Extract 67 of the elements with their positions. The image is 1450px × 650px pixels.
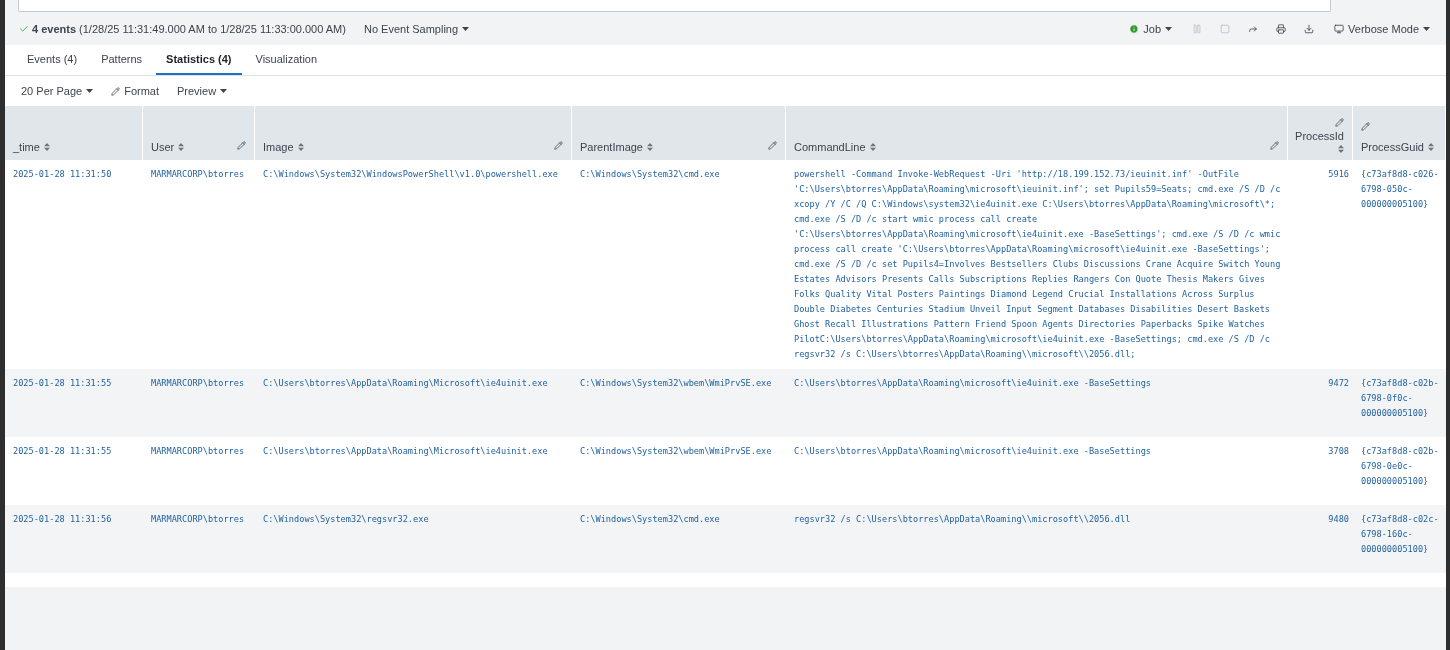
check-icon [19,23,29,34]
column-header[interactable]: _time [5,106,143,160]
caret-icon [1423,26,1430,31]
caret-icon [1165,26,1173,31]
column-label: ProcessGuid [1361,141,1424,153]
tab[interactable]: Patterns [91,45,153,75]
monitor-icon [1334,23,1345,34]
sort-icon[interactable] [1338,145,1344,153]
sort-icon[interactable] [647,143,653,151]
info-icon [1129,23,1140,34]
pause-icon [1192,23,1203,34]
job-menu[interactable]: Job [1125,20,1177,37]
table-cell: 9472 [1288,369,1353,437]
sort-icon[interactable] [43,143,50,151]
download-icon [1304,23,1315,34]
table-cell: regsvr32 /s C:\Users\btorres\AppData\Roaming\\microsoft\\2056.dll [786,505,1288,573]
column-header[interactable]: ProcessId [1288,106,1353,160]
dropdown-button[interactable]: Preview [173,83,232,99]
caret-icon [86,89,94,93]
stop-icon [1220,23,1231,34]
event-count-text: 4 events (1/28/25 11:31:49.000 AM to 1/28/25 11:33:00.000 AM) [32,22,346,35]
table-cell: 2025-01-28 11:31:56 [5,505,143,573]
sort-icon[interactable] [869,143,876,151]
caret-icon [220,89,228,93]
sampling-dropdown[interactable]: No Event Sampling [359,20,474,37]
search-field[interactable] [18,0,1331,12]
table-cell: MARMARCORP\btorres [143,369,255,437]
pencil-icon [111,86,121,96]
sort-icon[interactable] [1428,143,1434,151]
table-cell: C:\Windows\System32\regsvr32.exe [255,505,572,573]
table-cell: {c73af8d8-c02b-6798-0f0c-000000005100} [1353,369,1446,437]
table-cell: {c73af8d8-c02c-6798-160c-000000005100} [1353,505,1446,573]
edit-icon[interactable] [1270,141,1279,150]
table-cell: C:\Windows\System32\wbem\WmiPrvSE.exe [572,369,786,437]
print-button[interactable] [1274,21,1289,36]
edit-icon[interactable] [1361,122,1370,131]
column-header[interactable]: ParentImage [572,106,786,160]
table-cell: 2025-01-28 11:31:55 [5,369,143,437]
column-label: CommandLine [794,141,866,153]
table-cell: 9480 [1288,505,1353,573]
share-icon [1248,23,1259,34]
edit-icon[interactable] [1335,118,1344,127]
table-cell: C:\Users\btorres\AppData\Roaming\microsoft\ie4uinit.exe -BaseSettings [786,369,1288,437]
format-button[interactable]: Format [107,83,163,99]
column-label: ProcessId [1295,130,1344,142]
sort-icon[interactable] [297,143,304,151]
column-header[interactable]: ProcessGuid [1353,106,1446,160]
edit-icon[interactable] [554,141,563,150]
column-label: _time [13,141,40,153]
mode-dropdown[interactable]: Verbose Mode [1330,20,1434,37]
column-header[interactable]: User [143,106,255,160]
caret-icon [462,26,470,31]
sort-icon[interactable] [178,143,185,151]
column-header[interactable]: CommandLine [786,106,1288,160]
column-header[interactable]: Image [255,106,572,160]
tab[interactable]: Visualization [245,45,328,75]
print-icon [1276,23,1287,34]
edit-icon[interactable] [768,141,777,150]
column-label: ParentImage [580,141,643,153]
dropdown-button[interactable]: 20 Per Page [17,83,98,99]
column-label: User [151,141,175,153]
table-cell: C:\Windows\System32\cmd.exe [572,505,786,573]
table-cell: MARMARCORP\btorres [143,505,255,573]
edit-icon[interactable] [237,141,246,150]
table-cell: C:\Users\btorres\AppData\Roaming\Microsoft\ie4uinit.exe [255,369,572,437]
tab[interactable]: Events (4) [17,45,88,75]
column-label: Image [263,141,294,153]
